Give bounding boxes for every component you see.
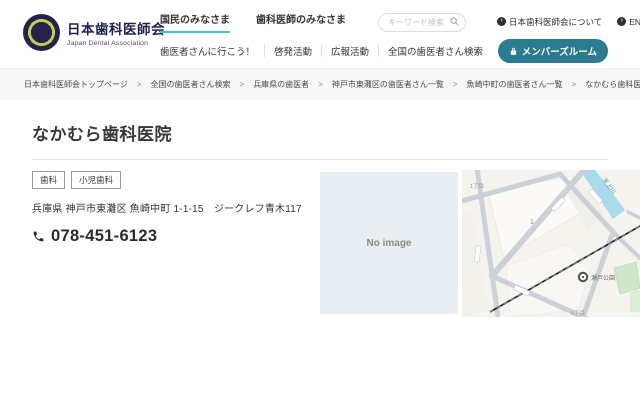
utility-link-about[interactable]: › 日本歯科医師会について [497,16,602,28]
breadcrumb-separator: > [452,80,458,89]
breadcrumb-item[interactable]: 日本歯科医師会トップページ [24,79,128,90]
utility-links: › 日本歯科医師会について › ENGLISH [497,16,640,28]
site-header: 日本歯科医師会 Japan Dental Association 国民のみなさま… [0,0,640,68]
utility-link-about-label: 日本歯科医師会について [509,16,603,27]
utility-link-english-label: ENGLISH [629,16,640,27]
main-content: なかむら歯科医院 歯科 小児歯科 兵庫県 神戸市東灘区 魚崎中町 1-1-15 … [0,100,640,400]
breadcrumb-separator: > [136,80,142,89]
clinic-map[interactable]: 1丁目 1 天上川 瀬戸公園 6丁目 [462,170,640,317]
nav-link-dentist-search[interactable]: 全国の歯医者さん検索 [379,44,492,58]
map-label-district-bottom: 6丁目 [571,310,585,317]
map-poi-marker-icon [577,271,589,283]
nav-link-awareness[interactable]: 啓発活動 [265,44,321,58]
phone-icon [33,231,44,242]
map-label-park: 瀬戸公園 [591,274,615,282]
tab-dentists[interactable]: 歯科医師のみなさま [256,11,346,33]
clinic-tag: 歯科 [32,171,66,189]
header-top-row: 国民のみなさま 歯科医師のみなさま › 日本歯科医師会について › ENGLIS… [160,9,640,34]
nav-link-go-to-dentist[interactable]: 歯医者さんに行こう！ [160,44,264,58]
lock-icon [510,47,516,55]
breadcrumb-item[interactable]: 兵庫県の歯医者 [253,79,309,90]
members-room-button[interactable]: メンバーズルーム [497,39,608,63]
page-title: なかむら歯科医院 [32,120,608,160]
breadcrumb-separator: > [318,80,323,89]
clinic-address: 兵庫県 神戸市東灘区 魚崎中町 1-1-15 ジークレフ青木117 [32,204,302,215]
clinic-tags: 歯科 小児歯科 [32,171,312,189]
logo-subtitle: Japan Dental Association [67,40,149,47]
logo-title: 日本歯科医師会 [67,22,165,37]
arrow-circle-icon: › [617,17,627,26]
breadcrumb-separator: > [239,80,245,89]
clinic-tag: 小児歯科 [71,171,122,189]
breadcrumb-item[interactable]: 魚崎中町の歯医者さん一覧 [467,79,563,90]
breadcrumb-item[interactable]: 全国の歯医者さん検索 [151,79,231,90]
no-image-placeholder: No image [320,172,458,314]
map-canvas: 1丁目 1 天上川 瀬戸公園 6丁目 [462,170,640,317]
phone-number: 078-451-6123 [51,227,158,245]
site-logo[interactable]: 日本歯科医師会 Japan Dental Association [23,14,165,51]
no-image-label: No image [366,237,412,249]
breadcrumb: 日本歯科医師会トップページ > 全国の歯医者さん検索 > 兵庫県の歯医者 > 神… [0,68,640,100]
jda-emblem-icon [23,14,60,51]
breadcrumb-item[interactable]: 神戸市東灘区の歯医者さん一覧 [332,79,444,90]
search-box [378,12,466,32]
map-label-district-top: 1丁目 [470,183,484,190]
map-label-block: 1 [530,219,534,226]
header-nav-row: 歯医者さんに行こう！ 啓発活動 広報活動 全国の歯医者さん検索 メンバーズルーム [160,38,608,64]
breadcrumb-separator: > [571,80,577,89]
page: 日本歯科医師会 Japan Dental Association 国民のみなさま… [0,0,640,400]
search-icon[interactable] [450,17,459,26]
utility-link-english[interactable]: › ENGLISH [617,17,640,27]
arrow-circle-icon: › [497,17,506,26]
nav-link-pr[interactable]: 広報活動 [322,44,378,58]
tab-citizens[interactable]: 国民のみなさま [160,11,230,33]
members-room-label: メンバーズルーム [521,47,597,58]
clinic-phone: 078-451-6123 [32,227,312,246]
clinic-info: 歯科 小児歯科 兵庫県 神戸市東灘区 魚崎中町 1-1-15 ジークレフ青木11… [32,171,312,246]
breadcrumb-item-current: なかむら歯科医院 [585,80,640,89]
